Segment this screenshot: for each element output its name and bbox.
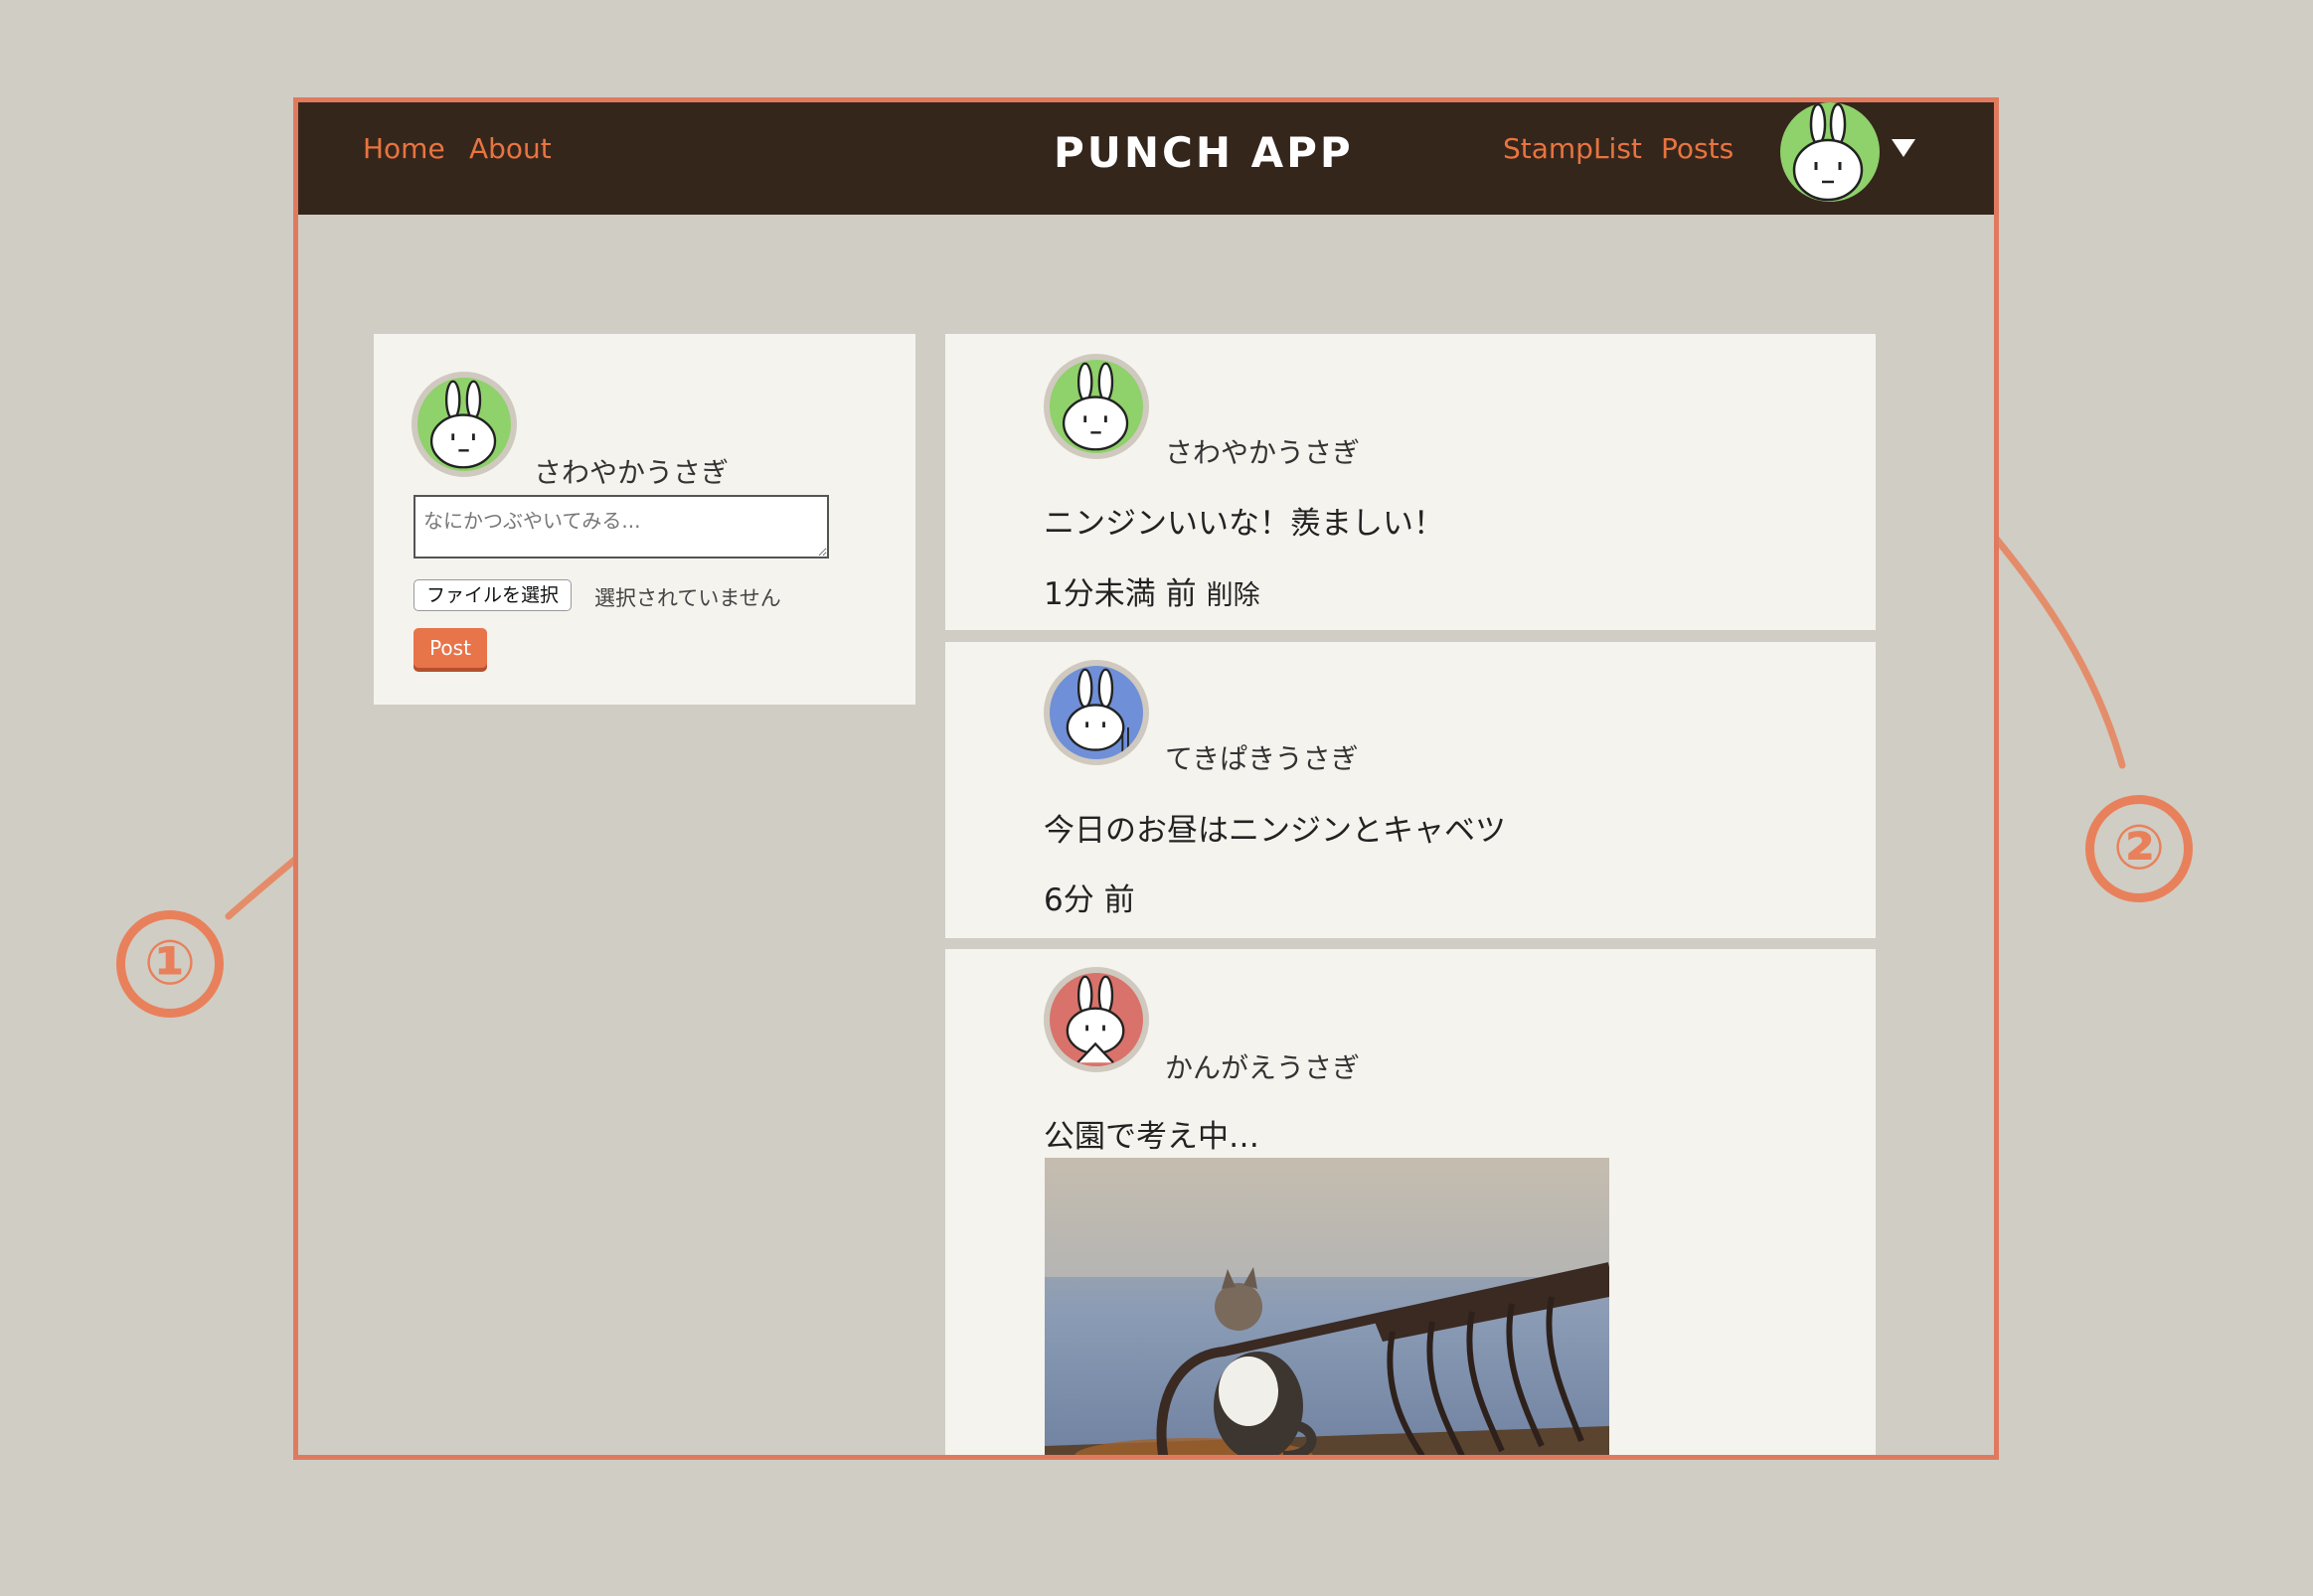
post-avatar[interactable] [1044,967,1149,1072]
nav-posts-link[interactable]: Posts [1661,132,1734,165]
cat-on-bench-photo [1045,1158,1609,1455]
post-avatar[interactable] [1044,660,1149,765]
annotation-marker-1: ① [116,910,224,1018]
post-avatar[interactable] [1044,354,1149,459]
nav-home-link[interactable]: Home [363,132,445,165]
file-status-text: 選択されていません [594,586,781,610]
delete-post-link[interactable]: 削除 [1207,580,1260,611]
rabbit-avatar-icon [1792,102,1864,202]
annotation-marker-2: ② [2085,795,2193,902]
brand-logo[interactable]: PUNCH APP [1054,128,1354,177]
post-timestamp: 1分未満 前 [1044,576,1197,612]
file-select-button[interactable]: ファイルを選択 [413,579,573,611]
composer-avatar [412,372,517,477]
post-username: かんがえうさぎ [1165,1051,1361,1084]
feed-post: さわやかうさぎ ニンジンいいな！羨ましい！ 1分未満 前削除 [945,334,1876,630]
nav-about-link[interactable]: About [469,132,552,165]
app-window: Home About PUNCH APP StampList Posts さわや… [293,97,1999,1460]
rabbit-avatar-icon [429,380,497,469]
composer-card: さわやかうさぎ ファイルを選択 選択されていません Post [374,334,915,705]
feed-post: てきぱきうさぎ 今日のお昼はニンジンとキャベツ 6分 前 [945,642,1876,938]
post-meta: 1分未満 前削除 [1044,568,1260,613]
user-avatar[interactable] [1780,102,1880,202]
rabbit-avatar-icon [1062,362,1129,451]
post-username: さわやかうさぎ [1165,436,1361,469]
post-timestamp: 6分 前 [1044,882,1135,918]
post-text: ニンジンいいな！羨ましい！ [1044,506,1444,542]
user-menu-caret-icon[interactable] [1892,139,1915,157]
post-button[interactable]: Post [413,628,487,668]
post-photo[interactable] [1045,1158,1609,1455]
composer-username: さわやかうさぎ [534,456,730,489]
post-username: てきぱきうさぎ [1165,742,1359,775]
feed-post: かんがえうさぎ 公園で考え中… [945,949,1876,1455]
rabbit-avatar-icon [1066,668,1129,755]
tweet-input[interactable] [413,495,829,559]
navbar: Home About PUNCH APP StampList Posts [298,102,1994,215]
post-text: 公園で考え中… [1044,1119,1259,1155]
post-text: 今日のお昼はニンジンとキャベツ [1044,813,1506,849]
nav-stamplist-link[interactable]: StampList [1503,132,1642,165]
rabbit-avatar-icon [1066,975,1125,1064]
